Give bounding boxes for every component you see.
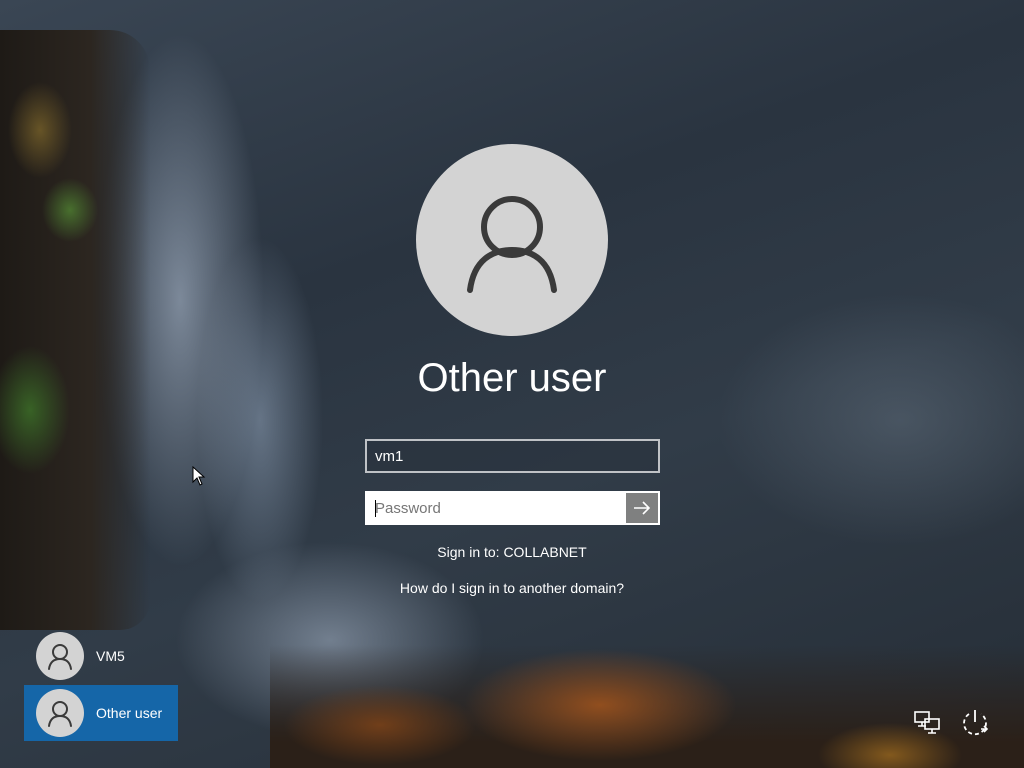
user-silhouette-icon [48,644,72,670]
user-avatar-small [36,689,84,737]
background-rock-left [0,30,150,630]
user-list-label: Other user [96,705,163,721]
power-icon [963,710,989,736]
submit-button[interactable] [626,493,658,523]
user-list-label: VM5 [96,648,125,664]
mouse-cursor-icon [192,466,206,486]
user-list-item-other-user[interactable]: Other user [24,685,178,741]
other-domain-link[interactable]: How do I sign in to another domain? [312,580,712,596]
username-field[interactable]: vm1 [365,439,660,473]
sign-in-domain-text: Sign in to: COLLABNET [437,544,587,560]
user-list-item-vm5[interactable]: VM5 [24,628,178,684]
password-row [365,491,660,525]
network-button[interactable] [911,706,945,740]
network-icon [914,711,940,734]
lock-screen: Other user vm1 Sign in to: COLLABNET How… [0,0,1024,768]
user-title: Other user [417,356,607,400]
arrow-right-icon [634,501,651,515]
text-caret [375,500,376,517]
power-button[interactable] [958,706,992,740]
user-silhouette-icon [467,196,557,293]
user-avatar-large [416,144,608,336]
user-silhouette-icon [48,701,72,727]
user-avatar-small [36,632,84,680]
password-input[interactable] [367,493,628,523]
